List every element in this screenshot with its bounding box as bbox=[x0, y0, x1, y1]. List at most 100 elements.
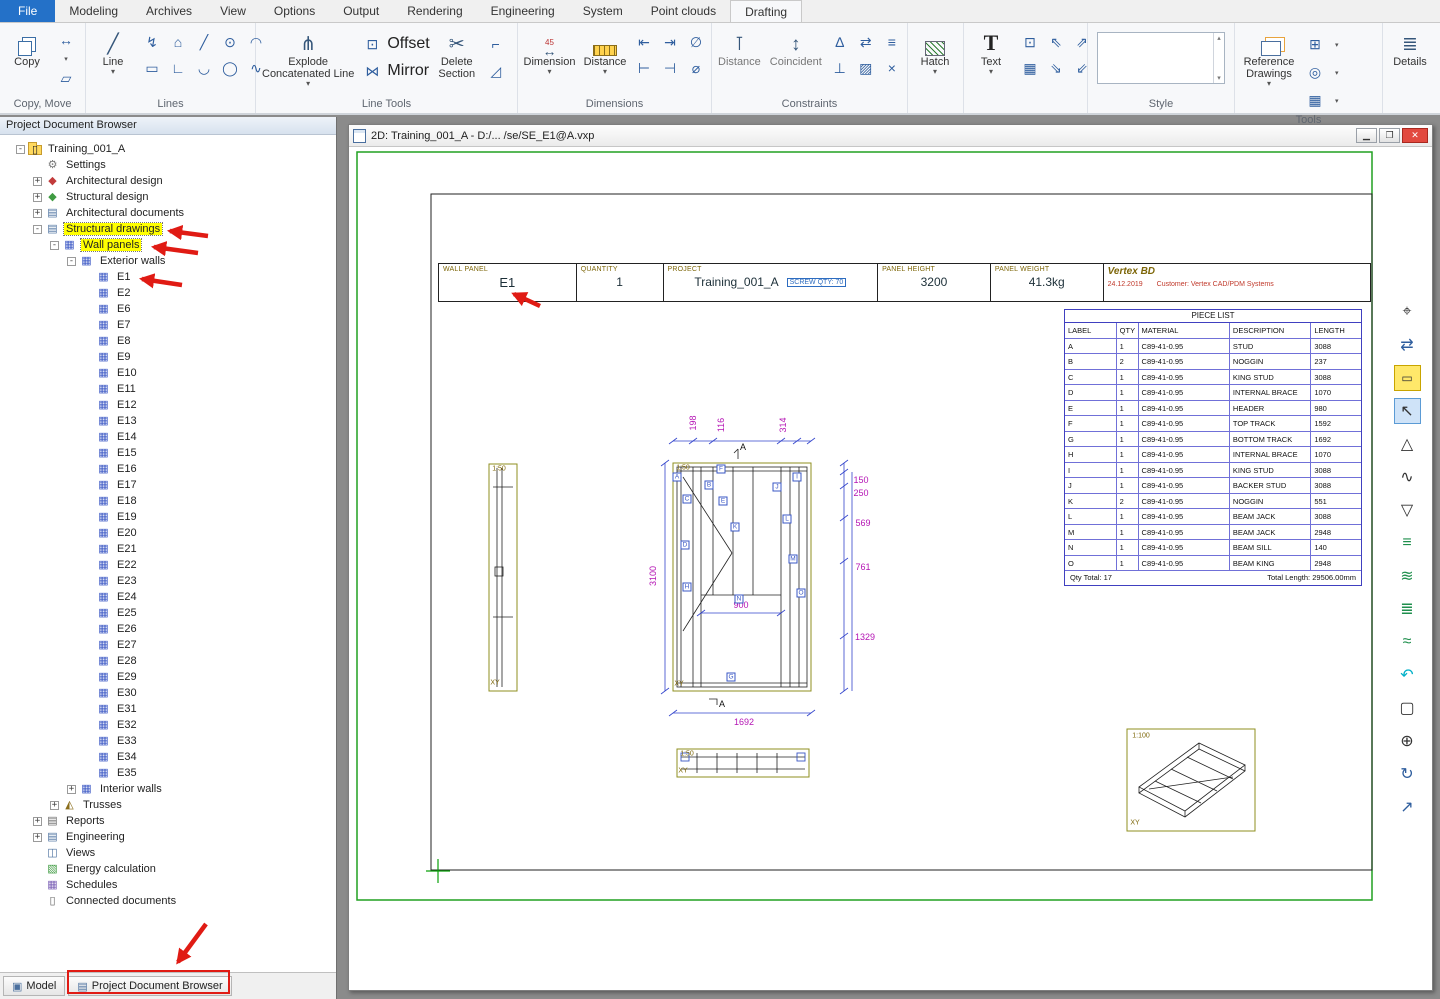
tree-item-e9[interactable]: ▦E9 bbox=[0, 349, 336, 365]
menu-tab-engineering[interactable]: Engineering bbox=[477, 0, 569, 22]
drawing-grid-icon[interactable]: ⊞ bbox=[1303, 32, 1327, 56]
text-leader-down-icon[interactable]: ⇘ bbox=[1044, 56, 1068, 80]
restore-button[interactable]: ❐ bbox=[1379, 128, 1400, 143]
tree-item-e22[interactable]: ▦E22 bbox=[0, 557, 336, 573]
tree-toggle-icon[interactable]: + bbox=[33, 817, 42, 826]
tree-item-e10[interactable]: ▦E10 bbox=[0, 365, 336, 381]
tree-item-connected-documents[interactable]: ▯Connected documents bbox=[0, 893, 336, 909]
close-button[interactable]: ✕ bbox=[1402, 128, 1428, 143]
polygon-icon[interactable]: ⌂ bbox=[166, 30, 190, 54]
panel-tab-model[interactable]: ▣Model bbox=[3, 976, 65, 996]
tree-toggle-icon[interactable]: - bbox=[33, 225, 42, 234]
tree-item-e16[interactable]: ▦E16 bbox=[0, 461, 336, 477]
tree-item-schedules[interactable]: ▦Schedules bbox=[0, 877, 336, 893]
tree-item-views[interactable]: ◫Views bbox=[0, 845, 336, 861]
radius-dim-icon[interactable]: ⌀ bbox=[684, 56, 708, 80]
tree-item-trusses[interactable]: +◭Trusses bbox=[0, 797, 336, 813]
rotate-tool-icon[interactable]: ↻ bbox=[1394, 761, 1421, 787]
angle-constraint-icon[interactable]: ∆ bbox=[828, 30, 852, 54]
tree-item-e14[interactable]: ▦E14 bbox=[0, 429, 336, 445]
duplicate-icon[interactable]: ▱ bbox=[54, 66, 78, 90]
tree-item-e20[interactable]: ▦E20 bbox=[0, 525, 336, 541]
tree-item-engineering[interactable]: +▤Engineering bbox=[0, 829, 336, 845]
perpendicular-constraint-icon[interactable]: ⊥ bbox=[828, 56, 852, 80]
text-leader-up-icon[interactable]: ⇖ bbox=[1044, 30, 1068, 54]
fix-constraint-icon[interactable]: ▨ bbox=[854, 56, 878, 80]
style-selector[interactable]: ▴ ▾ bbox=[1097, 32, 1225, 84]
copy-button[interactable]: Copy bbox=[3, 26, 51, 98]
tree-item-e33[interactable]: ▦E33 bbox=[0, 733, 336, 749]
fillet-corner-icon[interactable]: ⌐ bbox=[484, 32, 508, 56]
zoom-edit-icon[interactable]: ◎ bbox=[1303, 60, 1327, 84]
diameter-dim-icon[interactable]: ∅ bbox=[684, 30, 708, 54]
tree-item-e28[interactable]: ▦E28 bbox=[0, 653, 336, 669]
tree-item-e12[interactable]: ▦E12 bbox=[0, 397, 336, 413]
delete-section-button[interactable]: ✂ Delete Section bbox=[433, 26, 481, 98]
tree-item-training-001-a[interactable]: -▯Training_001_A bbox=[0, 141, 336, 157]
tree-item-architectural-design[interactable]: +◆Architectural design bbox=[0, 173, 336, 189]
distance-button[interactable]: Distance ▾ bbox=[581, 26, 629, 98]
tree-item-energy-calculation[interactable]: ▧Energy calculation bbox=[0, 861, 336, 877]
tree-item-structural-drawings[interactable]: -▤Structural drawings bbox=[0, 221, 336, 237]
polyline-icon[interactable]: ∟ bbox=[166, 56, 190, 80]
menu-tab-archives[interactable]: Archives bbox=[132, 0, 206, 22]
tree-toggle-icon[interactable]: + bbox=[67, 785, 76, 794]
tree-item-e1[interactable]: ▦E1 bbox=[0, 269, 336, 285]
measure-tool-icon[interactable]: ▭ bbox=[1394, 365, 1421, 391]
menu-tab-modeling[interactable]: Modeling bbox=[55, 0, 132, 22]
detail-table-icon[interactable]: ▦ bbox=[1303, 88, 1327, 112]
zoom-in-tool-icon[interactable]: ⊕ bbox=[1394, 728, 1421, 754]
tree-item-e24[interactable]: ▦E24 bbox=[0, 589, 336, 605]
tree-item-interior-walls[interactable]: +▦Interior walls bbox=[0, 781, 336, 797]
menu-tab-options[interactable]: Options bbox=[260, 0, 329, 22]
offset-button[interactable]: ⊡ Offset bbox=[360, 32, 429, 56]
panel-tab-project-document-browser[interactable]: ▤Project Document Browser bbox=[68, 976, 231, 996]
minimize-button[interactable]: ▁ bbox=[1356, 128, 1377, 143]
scroll-up-icon[interactable]: ▴ bbox=[1217, 34, 1221, 42]
menu-tab-point-clouds[interactable]: Point clouds bbox=[637, 0, 730, 22]
triangle-tool-icon[interactable]: △ bbox=[1394, 431, 1421, 457]
tree-item-e25[interactable]: ▦E25 bbox=[0, 605, 336, 621]
tree-toggle-icon[interactable]: - bbox=[50, 241, 59, 250]
chain-dim-icon[interactable]: ⇥ bbox=[658, 30, 682, 54]
hatch-waves-tool-icon[interactable]: ≋ bbox=[1394, 563, 1421, 589]
text-table-icon[interactable]: ▦ bbox=[1018, 56, 1042, 80]
tree-item-reports[interactable]: +▤Reports bbox=[0, 813, 336, 829]
details-button[interactable]: ≣ Details bbox=[1386, 26, 1434, 98]
menu-tab-view[interactable]: View bbox=[206, 0, 260, 22]
tree-item-e21[interactable]: ▦E21 bbox=[0, 541, 336, 557]
text-button[interactable]: T Text ▾ bbox=[967, 26, 1015, 98]
tree-item-e35[interactable]: ▦E35 bbox=[0, 765, 336, 781]
sketch-line-icon[interactable]: ╱ bbox=[192, 30, 216, 54]
mirror-button[interactable]: ⋈ Mirror bbox=[360, 59, 429, 83]
tree-item-e13[interactable]: ▦E13 bbox=[0, 413, 336, 429]
tree-toggle-icon[interactable]: + bbox=[33, 209, 42, 218]
hatch-button[interactable]: Hatch ▾ bbox=[911, 26, 959, 98]
export-view-tool-icon[interactable]: ↗ bbox=[1394, 794, 1421, 820]
baseline-dim-icon[interactable]: ⊢ bbox=[632, 56, 656, 80]
tree-item-exterior-walls[interactable]: -▦Exterior walls bbox=[0, 253, 336, 269]
parallel-constraint-icon[interactable]: ⇄ bbox=[854, 30, 878, 54]
select-tool-icon[interactable]: ↖ bbox=[1394, 398, 1421, 424]
explode-concatenated-line-button[interactable]: ⋔ Explode Concatenated Line ▾ bbox=[259, 26, 357, 98]
tree-toggle-icon[interactable]: - bbox=[67, 257, 76, 266]
delete-constraint-icon[interactable]: × bbox=[880, 56, 904, 80]
menu-tab-output[interactable]: Output bbox=[329, 0, 393, 22]
dimension-button[interactable]: 45 ↔ Dimension ▾ bbox=[521, 26, 578, 98]
zigzag-line-icon[interactable]: ↯ bbox=[140, 30, 164, 54]
tree-item-e8[interactable]: ▦E8 bbox=[0, 333, 336, 349]
hatch-lines-tool-icon[interactable]: ≡ bbox=[1394, 530, 1421, 556]
tree-item-e2[interactable]: ▦E2 bbox=[0, 285, 336, 301]
tree-item-e18[interactable]: ▦E18 bbox=[0, 493, 336, 509]
tree-item-e31[interactable]: ▦E31 bbox=[0, 701, 336, 717]
scroll-down-icon[interactable]: ▾ bbox=[1217, 74, 1221, 82]
text-box-icon[interactable]: ⊡ bbox=[1018, 30, 1042, 54]
tree-toggle-icon[interactable]: + bbox=[33, 193, 42, 202]
flip-tool-icon[interactable]: ⇄ bbox=[1394, 332, 1421, 358]
arc-tangent-icon[interactable]: ◡ bbox=[192, 56, 216, 80]
menu-tab-drafting[interactable]: Drafting bbox=[730, 0, 802, 22]
tree-item-e15[interactable]: ▦E15 bbox=[0, 445, 336, 461]
tree-toggle-icon[interactable]: - bbox=[16, 145, 25, 154]
tree-toggle-icon[interactable]: + bbox=[33, 177, 42, 186]
menu-tab-file[interactable]: File bbox=[0, 0, 55, 22]
